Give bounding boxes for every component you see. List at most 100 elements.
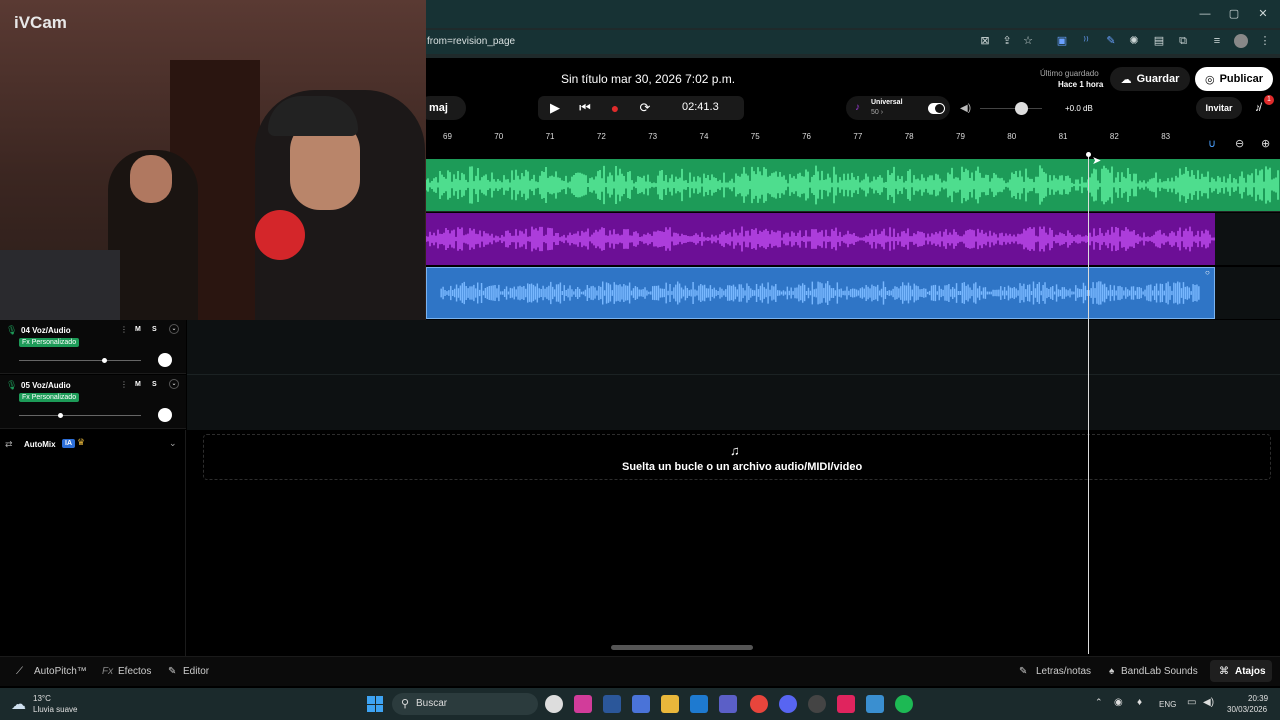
weather-desc[interactable]: Lluvia suave bbox=[33, 705, 77, 714]
solo-button[interactable]: S bbox=[152, 381, 157, 388]
chevron-down-icon[interactable]: ⌄ bbox=[169, 438, 177, 449]
menu-kebab-icon[interactable]: ⋮ bbox=[1258, 34, 1272, 48]
track-volume-thumb[interactable] bbox=[58, 413, 63, 418]
track-name[interactable]: 04 Voz/Audio bbox=[21, 326, 71, 335]
translate-extension-icon[interactable]: ▣ bbox=[1055, 34, 1069, 48]
bandlab-sounds-button[interactable]: BandLab Sounds bbox=[1121, 666, 1198, 677]
mute-button[interactable]: M bbox=[135, 381, 141, 388]
display-icon[interactable]: ▭ bbox=[1187, 697, 1196, 708]
url-text[interactable]: from=revision_page bbox=[427, 36, 515, 47]
audio-extension-icon[interactable]: ⁾⁾ bbox=[1079, 34, 1093, 48]
zoom-out-icon[interactable]: ⊖ bbox=[1235, 137, 1244, 150]
magnet-snap-icon[interactable]: ∪ bbox=[1208, 137, 1216, 150]
teams-icon[interactable] bbox=[719, 695, 737, 713]
track-volume-thumb[interactable] bbox=[102, 358, 107, 363]
track-volume-slider[interactable] bbox=[19, 360, 141, 361]
spotify-icon[interactable] bbox=[895, 695, 913, 713]
discord-icon[interactable] bbox=[779, 695, 797, 713]
publish-button[interactable]: ◎ Publicar bbox=[1195, 67, 1273, 91]
record-icon[interactable]: ● bbox=[603, 96, 627, 120]
app-icon-1[interactable] bbox=[545, 695, 563, 713]
window-extension-icon[interactable]: ▤ bbox=[1152, 34, 1166, 48]
weather-temp[interactable]: 13°C bbox=[33, 694, 51, 703]
pan-knob[interactable] bbox=[158, 408, 172, 422]
word-icon[interactable] bbox=[603, 695, 621, 713]
mic-tray-icon[interactable]: ♦ bbox=[1137, 697, 1142, 708]
region-loop-handle-icon[interactable]: ○ bbox=[1205, 268, 1210, 277]
chrome-icon[interactable] bbox=[750, 695, 768, 713]
maximize-icon[interactable]: ▢ bbox=[1226, 6, 1242, 22]
fx-preset-badge[interactable]: Fx Personalizado bbox=[19, 338, 80, 347]
automix-panel bbox=[0, 430, 186, 656]
clock-date[interactable]: 30/03/2026 bbox=[1227, 705, 1267, 714]
loop-icon[interactable]: ⟳ bbox=[633, 96, 657, 120]
horizontal-scrollbar[interactable] bbox=[611, 645, 753, 650]
zoom-in-icon[interactable]: ⊕ bbox=[1261, 137, 1270, 150]
track-header-05[interactable]: 🎙︎ 05 Voz/Audio ⋮ M S ⌄ Fx Personalizado bbox=[0, 375, 186, 429]
tiktok-icon[interactable] bbox=[837, 695, 855, 713]
pan-knob[interactable] bbox=[158, 353, 172, 367]
editor-button[interactable]: Editor bbox=[183, 666, 209, 677]
autopitch-button[interactable]: AutoPitch™ bbox=[34, 666, 87, 677]
save-button[interactable]: ☁ Guardar bbox=[1110, 67, 1190, 91]
speaker-icon[interactable]: ◀) bbox=[1203, 697, 1214, 708]
puzzle-extensions-icon[interactable]: ⧉ bbox=[1176, 34, 1190, 48]
vscode-icon[interactable] bbox=[690, 695, 708, 713]
invite-button[interactable]: Invitar bbox=[1196, 97, 1242, 119]
search-placeholder: Buscar bbox=[416, 698, 448, 709]
lyrics-button[interactable]: Letras/notas bbox=[1036, 666, 1091, 677]
clock-time[interactable]: 20:39 bbox=[1248, 694, 1268, 703]
network-icon[interactable]: ◉ bbox=[1114, 697, 1123, 708]
taskbar-search[interactable] bbox=[392, 693, 538, 715]
universal-toggle[interactable] bbox=[928, 103, 945, 114]
windows-start-icon[interactable] bbox=[367, 696, 383, 712]
master-volume-knob[interactable] bbox=[1015, 102, 1028, 115]
effects-button[interactable]: Efectos bbox=[118, 666, 151, 677]
language-indicator[interactable]: ENG bbox=[1159, 700, 1176, 709]
ruler-label: 80 bbox=[1007, 132, 1017, 141]
share-icon[interactable]: ⇪ bbox=[1000, 34, 1014, 48]
tab-search-icon[interactable]: ≡ bbox=[1210, 34, 1224, 48]
track-menu-icon[interactable]: ⋮ bbox=[120, 325, 128, 334]
gear-extension-icon[interactable]: ✺ bbox=[1127, 34, 1141, 48]
audio-region-track-2[interactable] bbox=[426, 213, 1215, 265]
pen-extension-icon[interactable]: ✎ bbox=[1104, 34, 1118, 48]
project-title[interactable]: Sin título mar 30, 2026 7:02 p.m. bbox=[561, 72, 735, 86]
profile-avatar[interactable] bbox=[1234, 34, 1248, 48]
track-header-04[interactable]: 🎙︎ 04 Voz/Audio ⋮ M S ⌄ Fx Personalizado bbox=[0, 320, 186, 374]
minimize-icon[interactable]: — bbox=[1197, 6, 1213, 22]
file-explorer-icon[interactable] bbox=[661, 695, 679, 713]
close-icon[interactable]: ✕ bbox=[1255, 6, 1271, 22]
app-icon-12[interactable] bbox=[866, 695, 884, 713]
weather-cloud-icon[interactable]: ☁ bbox=[11, 695, 26, 713]
fx-preset-badge[interactable]: Fx Personalizado bbox=[19, 393, 80, 402]
playhead[interactable] bbox=[1088, 154, 1089, 654]
skip-back-icon[interactable]: ⏮ bbox=[573, 96, 597, 120]
track-menu-icon[interactable]: ⋮ bbox=[120, 380, 128, 389]
bell-icon[interactable]: ♪̸ bbox=[1255, 102, 1261, 114]
app-icon-10[interactable] bbox=[808, 695, 826, 713]
master-volume-slider[interactable] bbox=[980, 108, 1042, 109]
autopitch-icon: ⟋ bbox=[16, 666, 23, 677]
bookmark-star-icon[interactable]: ☆ bbox=[1021, 34, 1035, 48]
volume-icon[interactable]: ◀) bbox=[960, 103, 971, 114]
lane-divider bbox=[187, 374, 1280, 375]
chevron-down-icon[interactable]: ⌄ bbox=[169, 379, 179, 389]
solo-button[interactable]: S bbox=[152, 326, 157, 333]
shortcuts-button[interactable]: Atajos bbox=[1235, 666, 1266, 677]
audio-region-track-3-selected[interactable] bbox=[426, 267, 1215, 319]
chevron-up-icon[interactable]: ⌃ bbox=[1095, 697, 1103, 708]
mute-button[interactable]: M bbox=[135, 326, 141, 333]
app-icon-4[interactable] bbox=[632, 695, 650, 713]
track-name[interactable]: 05 Voz/Audio bbox=[21, 381, 71, 390]
arrangement-lanes[interactable] bbox=[187, 320, 1280, 430]
install-app-icon[interactable]: ⊠ bbox=[978, 34, 992, 48]
automix-label[interactable]: AutoMix bbox=[24, 440, 56, 449]
play-icon[interactable]: ▶ bbox=[543, 96, 567, 120]
track-volume-slider[interactable] bbox=[19, 415, 141, 416]
playhead-handle[interactable] bbox=[1086, 152, 1091, 157]
audio-region-track-1[interactable] bbox=[426, 159, 1280, 211]
app-icon-2[interactable] bbox=[574, 695, 592, 713]
add-music-icon: ♫ bbox=[730, 443, 740, 458]
chevron-down-icon[interactable]: ⌄ bbox=[169, 324, 179, 334]
